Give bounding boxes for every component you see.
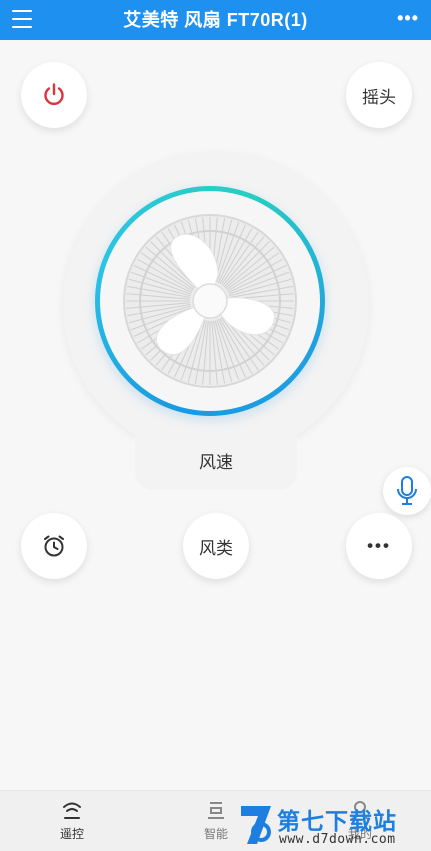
mode-button[interactable]: 风类 [183, 513, 249, 579]
power-button[interactable] [21, 62, 87, 128]
watermark-logo-icon [241, 806, 271, 844]
watermark: 第七下载站 www.d7down.com [237, 800, 431, 850]
speed-button[interactable]: 风速 [135, 430, 297, 490]
mode-label: 风类 [199, 538, 233, 558]
watermark-url: www.d7down.com [279, 832, 396, 847]
more-options-icon[interactable]: ••• [397, 8, 419, 29]
more-button[interactable]: ••• [346, 513, 412, 579]
fan-icon [123, 214, 297, 388]
remote-wave-icon [63, 802, 81, 819]
nav-item-remote[interactable]: 遥控 [32, 799, 112, 842]
power-icon [44, 83, 64, 106]
smart-icon [208, 802, 224, 819]
watermark-text: 第七下载站 [277, 808, 397, 834]
swing-button[interactable]: 摇头 [346, 62, 412, 128]
microphone-icon [397, 476, 417, 505]
swing-label: 摇头 [362, 87, 396, 107]
speed-label: 风速 [199, 452, 233, 472]
top-bar: 艾美特 风扇 FT70R(1) ••• [0, 0, 431, 40]
timer-button[interactable] [21, 513, 87, 579]
voice-button[interactable] [383, 467, 431, 515]
nav-label-smart: 智能 [203, 827, 228, 841]
page-title: 艾美特 风扇 FT70R(1) [123, 10, 308, 30]
more-label: ••• [367, 536, 391, 555]
alarm-clock-icon [44, 535, 64, 557]
nav-label-remote: 遥控 [59, 827, 84, 841]
